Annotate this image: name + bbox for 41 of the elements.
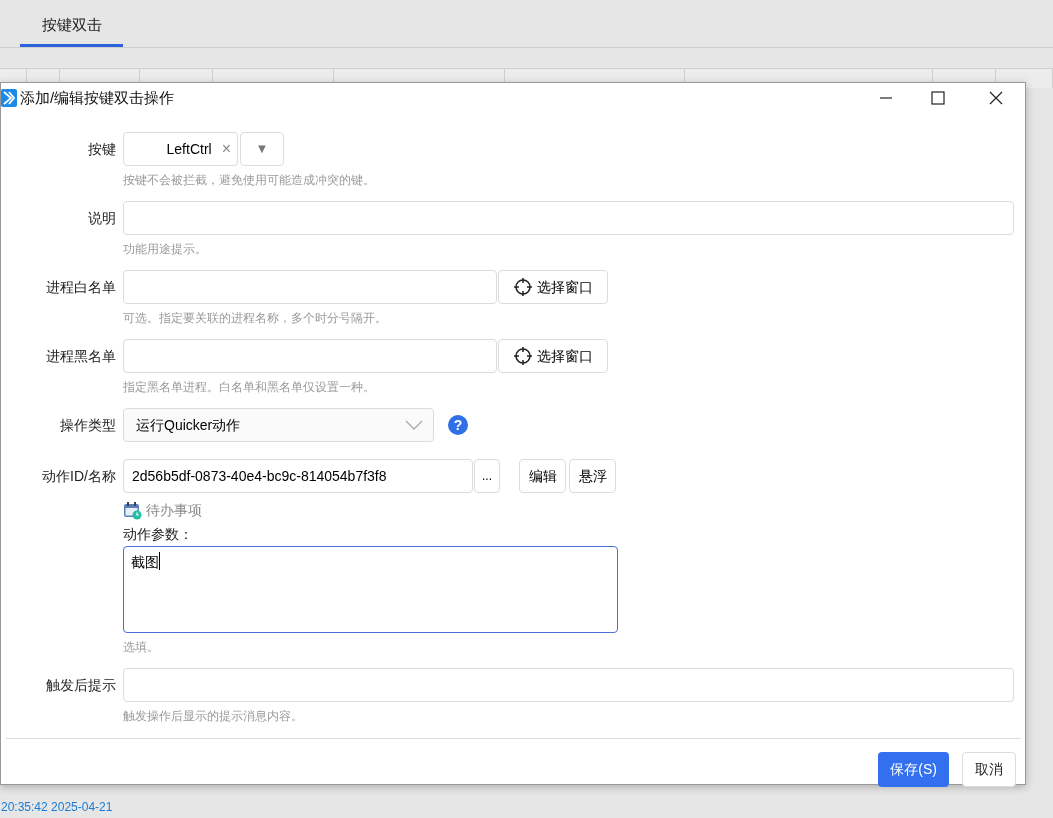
save-button[interactable]: 保存(S) <box>878 752 949 787</box>
todo-link[interactable]: 待办事项 <box>146 499 202 521</box>
field-label: 触发后提示 <box>45 676 117 695</box>
crosshair-icon <box>513 346 533 366</box>
dropdown-button[interactable]: ▼ <box>240 132 284 166</box>
clear-button[interactable]: × <box>221 137 231 161</box>
calendar-icon <box>123 500 142 520</box>
select-window-button[interactable]: 选择窗口 <box>498 339 608 373</box>
field-label: 说明 <box>87 209 117 228</box>
process-field[interactable] <box>123 270 497 304</box>
chevron-down-icon <box>405 420 423 430</box>
type-dropdown[interactable]: 运行Quicker动作 <box>123 408 434 442</box>
action-id-field[interactable]: 2d56b5df-0873-40e4-bc9c-814054b7f3f8 <box>123 459 473 493</box>
text-field[interactable] <box>123 201 1014 235</box>
field-label: 操作类型 <box>59 416 117 435</box>
params-label: 动作参数： <box>123 525 194 544</box>
cancel-button[interactable]: 取消 <box>962 752 1016 787</box>
field-label: 进程黑名单 <box>45 347 117 366</box>
tab[interactable]: 按键双击 <box>20 14 123 47</box>
more-button[interactable]: ... <box>474 459 500 493</box>
hint-text: 触发操作后显示的提示消息内容。 <box>123 708 303 725</box>
hint-text: 按键不会被拦截，避免使用可能造成冲突的键。 <box>123 172 375 189</box>
field-label: 进程白名单 <box>45 278 117 297</box>
hint-text: 选填。 <box>123 639 159 656</box>
select-window-button[interactable]: 选择窗口 <box>498 270 608 304</box>
text-field[interactable] <box>123 668 1014 702</box>
status-time: 20:35:42 2025-04-21 <box>1 799 113 816</box>
help-icon[interactable]: ? <box>448 415 468 435</box>
window-title: 添加/编辑按键双击操作 <box>20 87 175 108</box>
key-field[interactable]: LeftCtrl × <box>123 132 238 166</box>
params-textarea[interactable]: 截图 <box>123 546 618 633</box>
action-button[interactable]: 悬浮 <box>569 459 616 493</box>
crosshair-icon <box>513 277 533 297</box>
hint-text: 指定黑名单进程。白名单和黑名单仅设置一种。 <box>123 379 375 396</box>
process-field[interactable] <box>123 339 497 373</box>
action-button[interactable]: 编辑 <box>519 459 566 493</box>
hint-text: 功能用途提示。 <box>123 241 207 258</box>
field-label: 按键 <box>87 140 117 159</box>
key-value: LeftCtrl <box>166 139 212 159</box>
hint-text: 可选。指定要关联的进程名称，多个时分号隔开。 <box>123 310 387 327</box>
field-label: 动作ID/名称 <box>41 467 117 486</box>
